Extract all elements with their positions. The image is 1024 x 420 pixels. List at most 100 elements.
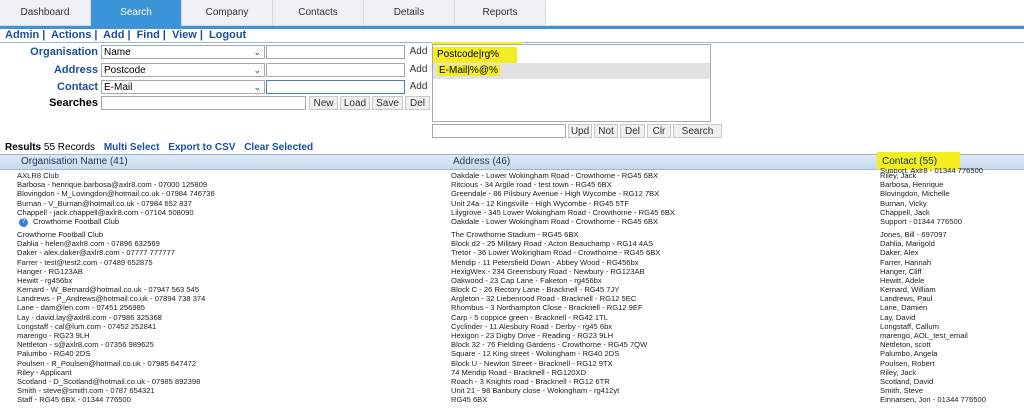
table-row[interactable]: Palumbo - RG40 2DS Square - 12 King stree…: [0, 349, 1024, 358]
address-cell[interactable]: The Crowthorne Stadium - RG45 6BX: [451, 230, 578, 239]
organisation-cell[interactable]: Crowthorne Football Club: [33, 217, 119, 226]
contact-cell[interactable]: Longstaff, Callum: [880, 322, 939, 331]
address-cell[interactable]: Unit 21 - 98 Banbury close - Wokingham -…: [451, 386, 619, 395]
column-organisation-name[interactable]: Organisation Name (41): [21, 156, 128, 167]
organisation-cell[interactable]: Staff - RG45 6BX - 01344 776500: [17, 395, 131, 404]
organisation-cell[interactable]: Chappell - jack.chappell@axlr8.com - 071…: [17, 208, 194, 217]
not-button[interactable]: Not: [594, 124, 618, 138]
criteria-item-selected[interactable]: E-Mail|%@%: [433, 63, 710, 79]
organisation-cell[interactable]: Longstaff - cal@lum.com - 07452 252841: [17, 322, 156, 331]
table-row[interactable]: Kernard - W_Bernard@hotmail.co.uk - 0794…: [0, 285, 1024, 294]
contact-cell[interactable]: Scotland, David: [880, 377, 933, 386]
table-row[interactable]: Hewitt - rg456bx Oakwood - 23 Cap Lane - …: [0, 276, 1024, 285]
address-add-button[interactable]: Add: [407, 63, 430, 77]
column-address[interactable]: Address (46): [453, 156, 510, 167]
organisation-cell[interactable]: Dahlia - helen@axlr8.com - 07896 632569: [17, 239, 160, 248]
export-csv-link[interactable]: Export to CSV: [168, 142, 235, 153]
save-search-button[interactable]: Save: [372, 96, 403, 110]
address-cell[interactable]: Rhombus - 3 Northampton Close - Bracknel…: [451, 303, 643, 312]
menu-find[interactable]: Find: [137, 29, 160, 41]
address-cell[interactable]: Argleton - 32 Liebenrood Road - Bracknel…: [451, 294, 636, 303]
address-cell[interactable]: Square - 12 King street - Wokingham - RG…: [451, 349, 619, 358]
organisation-input[interactable]: [266, 45, 405, 59]
load-search-button[interactable]: Load: [340, 96, 370, 110]
organisation-cell[interactable]: Poulsen - R_Poulsen@hotmail.co.uk - 0798…: [17, 359, 196, 368]
table-row[interactable]: Burnan - V_Burnan@hotmail.co.uk - 07984 …: [0, 199, 1024, 208]
tab-company[interactable]: Company: [182, 0, 273, 26]
new-search-button[interactable]: New: [309, 96, 338, 110]
menu-logout[interactable]: Logout: [209, 29, 246, 41]
address-input[interactable]: [266, 63, 405, 77]
address-cell[interactable]: Greendale - 86 Pilsbury Avenue - High Wy…: [451, 189, 659, 198]
contact-cell[interactable]: Jones, Bill - 697097: [880, 230, 947, 239]
organisation-cell[interactable]: Crowthorne Football Club: [17, 230, 103, 239]
address-cell[interactable]: Carp - 5 coppice green - Bracknell - RG4…: [451, 313, 608, 322]
contact-cell[interactable]: Hewitt, Adele: [880, 276, 924, 285]
table-row[interactable]: Landrews - P_Andrews@hotmail.co.uk - 078…: [0, 294, 1024, 303]
table-row[interactable]: Riley - Applicant 74 Mendip Road - Brackn…: [0, 368, 1024, 377]
address-cell[interactable]: Oakwood - 23 Cap Lane - Faketon - rg456b…: [451, 276, 602, 285]
table-row[interactable]: Daker - alex.daker@axlr8.com - 07777 777…: [0, 248, 1024, 257]
address-cell[interactable]: Tretor - 36 Lower Wokingham Road - Crowt…: [451, 248, 660, 257]
contact-cell[interactable]: Riley, Jack: [880, 368, 916, 377]
address-cell[interactable]: Unit 24a - 12 Kingsville - High Wycombe …: [451, 199, 629, 208]
organisation-field-select[interactable]: Name ⌄: [101, 45, 265, 59]
contact-cell[interactable]: Daker, Alex: [880, 248, 918, 257]
address-field-select[interactable]: Postcode ⌄: [101, 63, 265, 77]
table-row[interactable]: Nettleton - s@axlr8.com - 07356 989625 Bl…: [0, 340, 1024, 349]
table-row[interactable]: Barbosa - henrique.barbosa@axlr8.com - 0…: [0, 180, 1024, 189]
organisation-cell[interactable]: Daker - alex.daker@axlr8.com - 07777 777…: [17, 248, 175, 257]
organisation-cell[interactable]: Riley - Applicant: [17, 368, 71, 377]
criteria-item[interactable]: Postcode|rg%: [433, 47, 517, 63]
contact-field-select[interactable]: E-Mail ⌄: [101, 80, 265, 94]
table-row[interactable]: Staff - RG45 6BX - 01344 776500 RG45 6BX E…: [0, 395, 1024, 404]
tab-reports[interactable]: Reports: [455, 0, 546, 26]
organisation-cell[interactable]: marengo - RG23 9LH: [17, 331, 90, 340]
table-row[interactable]: Scotland - D_Scotland@hotmail.co.uk - 07…: [0, 377, 1024, 386]
contact-cell[interactable]: Burnan, Vicky: [880, 199, 927, 208]
table-row[interactable]: Lay - david.lay@axlr8.com - 07986 325368…: [0, 313, 1024, 322]
tab-dashboard[interactable]: Dashboard: [0, 0, 91, 26]
delete-search-button[interactable]: Del: [405, 96, 430, 110]
organisation-cell[interactable]: AXLR8 Club: [17, 171, 59, 180]
column-contact[interactable]: Contact (55): [882, 156, 937, 167]
help-icon[interactable]: ?: [19, 217, 28, 227]
address-cell[interactable]: Block U - Newton Street - Bracknell - RG…: [451, 359, 613, 368]
table-row[interactable]: ? Crowthorne Football Club Oakdale - Lower…: [0, 217, 1024, 230]
organisation-cell[interactable]: Kernard - W_Bernard@hotmail.co.uk - 0794…: [17, 285, 199, 294]
organisation-cell[interactable]: Landrews - P_Andrews@hotmail.co.uk - 078…: [17, 294, 205, 303]
contact-cell[interactable]: Blovingdon, Michelle: [880, 189, 950, 198]
table-row[interactable]: Hanger - RG123AB HexigWex - 234 Greensbur…: [0, 267, 1024, 276]
contact-cell[interactable]: Farrer, Hannah: [880, 258, 931, 267]
contact-cell[interactable]: Chappell, Jack: [880, 208, 930, 217]
clear-button[interactable]: Clr: [647, 124, 671, 138]
search-criteria-list[interactable]: Postcode|rg% E-Mail|%@%: [432, 44, 711, 122]
contact-cell[interactable]: Lane, Damien: [880, 303, 927, 312]
address-cell[interactable]: HexigWex - 234 Greensbury Road - Newbury…: [451, 267, 645, 276]
contact-input[interactable]: [266, 80, 405, 94]
organisation-cell[interactable]: Barbosa - henrique.barbosa@axlr8.com - 0…: [17, 180, 207, 189]
contact-cell[interactable]: marengo, AOL_test_email: [880, 331, 968, 340]
address-cell[interactable]: Ritcious - 34 Argile road - test town - …: [451, 180, 612, 189]
tab-contacts[interactable]: Contacts: [273, 0, 364, 26]
search-button[interactable]: Search: [673, 124, 722, 138]
contact-cell[interactable]: Landrews, Paul: [880, 294, 932, 303]
table-row[interactable]: Farrer - test@test2.com - 07489 652875 Me…: [0, 258, 1024, 267]
table-row[interactable]: AXLR8 Club Oakdale - Lower Wokingham Road…: [0, 171, 1024, 180]
address-cell[interactable]: Oakdale - Lower Wokingham Road - Crowtho…: [451, 217, 658, 226]
menu-admin[interactable]: Admin: [5, 29, 39, 41]
organisation-cell[interactable]: Nettleton - s@axlr8.com - 07356 989625: [17, 340, 154, 349]
menu-view[interactable]: View: [172, 29, 197, 41]
address-cell[interactable]: Mendip - 11 Petersfield Down - Abbey Woo…: [451, 258, 639, 267]
contact-cell[interactable]: Support - 01344 776500: [880, 217, 962, 226]
organisation-cell[interactable]: Farrer - test@test2.com - 07489 652875: [17, 258, 153, 267]
searches-input[interactable]: [101, 96, 306, 110]
organisation-cell[interactable]: Burnan - V_Burnan@hotmail.co.uk - 07984 …: [17, 199, 192, 208]
table-row[interactable]: Blovingdon - M_Lovingdon@hotmail.co.uk -…: [0, 189, 1024, 198]
criteria-edit-input[interactable]: [432, 124, 566, 138]
organisation-cell[interactable]: Hewitt - rg456bx: [17, 276, 72, 285]
address-cell[interactable]: Roach - 3 Knights road - Bracknell - RG1…: [451, 377, 610, 386]
address-cell[interactable]: Block C - 26 Rectory Lane - Bracknell - …: [451, 285, 619, 294]
table-row[interactable]: marengo - RG23 9LH Hexigon - 23 Digby Dri…: [0, 331, 1024, 340]
table-row[interactable]: Smith - steve@smith.com - 0787 654321 Uni…: [0, 386, 1024, 395]
